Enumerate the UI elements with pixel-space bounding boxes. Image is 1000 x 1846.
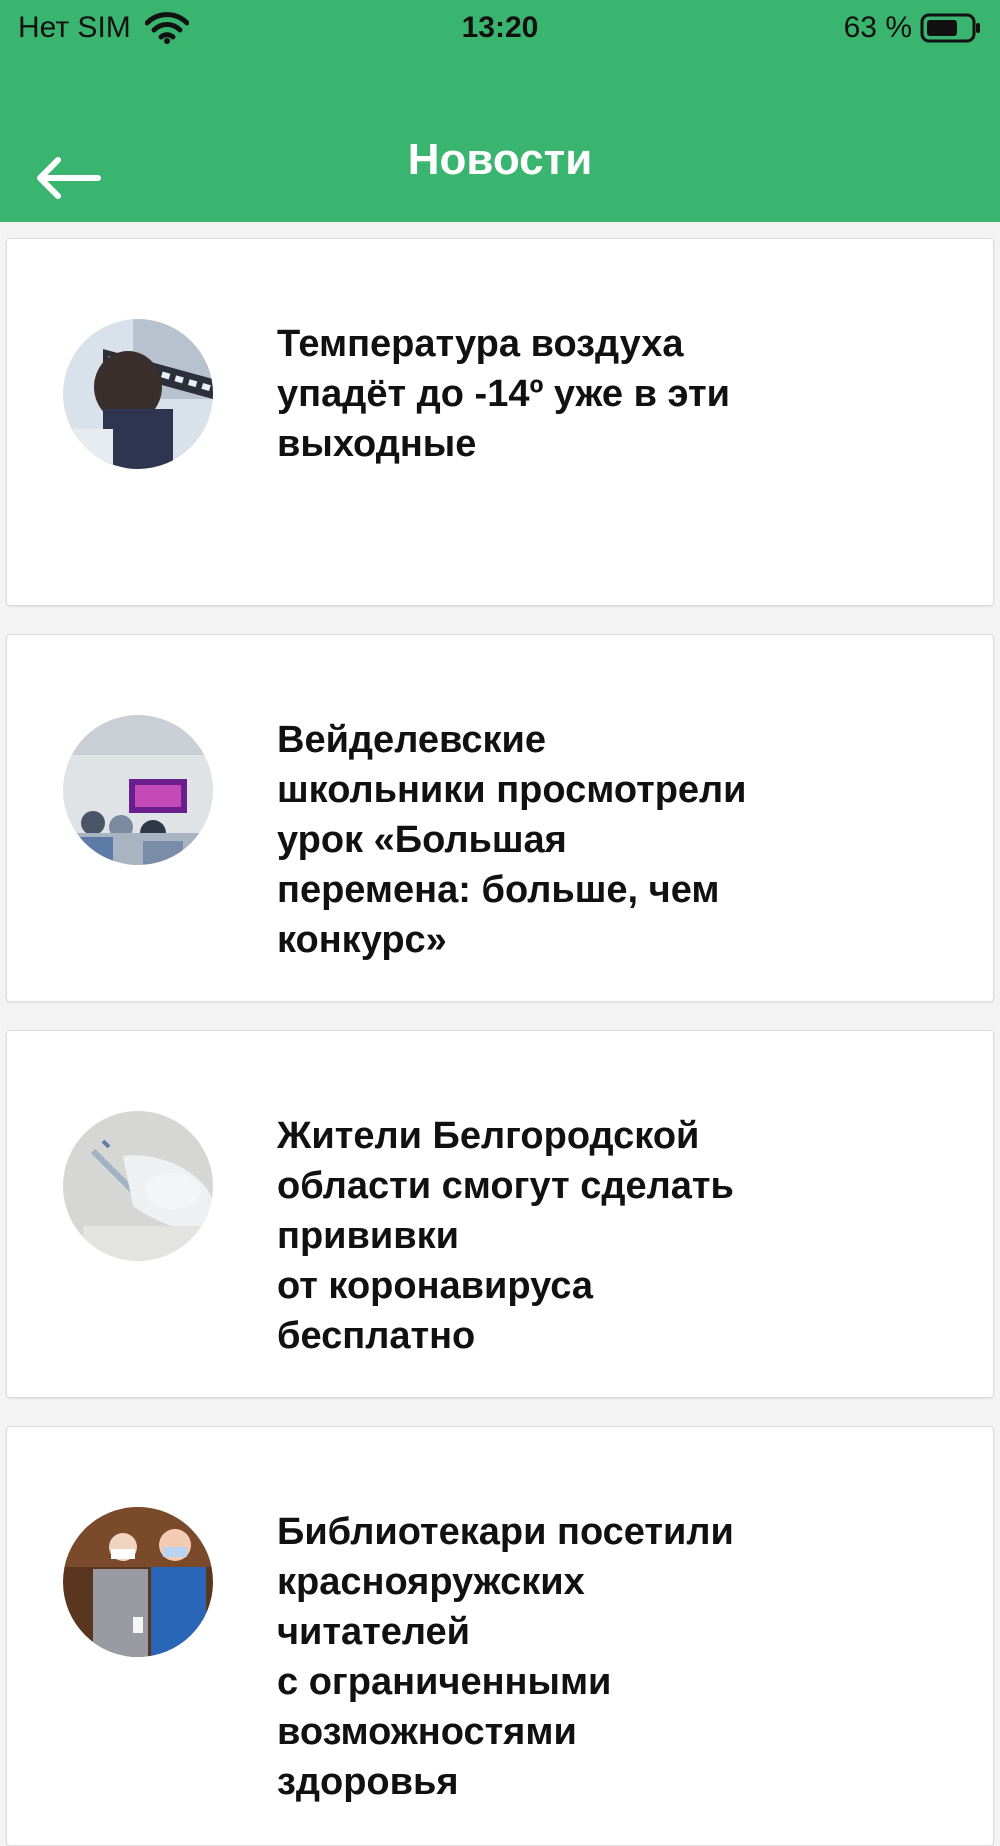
battery-icon xyxy=(920,13,980,43)
news-thumbnail xyxy=(63,715,213,865)
news-card[interactable]: Вейделевские школьники просмотрели урок … xyxy=(6,634,994,1002)
news-card[interactable]: Температура воздуха упадёт до -14º уже в… xyxy=(6,238,994,606)
app-header: Нет SIM 13:20 63 % Новости xyxy=(0,0,1000,222)
status-battery: 63 % xyxy=(844,8,982,48)
news-title: Библиотекари посетили краснояружских чит… xyxy=(277,1511,734,1803)
battery-label: 63 % xyxy=(843,11,912,44)
news-card[interactable]: Жители Белгородской области смогут сдела… xyxy=(6,1030,994,1398)
news-thumbnail xyxy=(63,319,213,469)
news-title: Вейделевские школьники просмотрели урок … xyxy=(277,719,747,961)
news-thumbnail xyxy=(63,1111,213,1261)
news-title: Температура воздуха упадёт до -14º уже в… xyxy=(277,323,730,465)
news-card[interactable]: Библиотекари посетили краснояружских чит… xyxy=(6,1426,994,1846)
news-title: Жители Белгородской области смогут сдела… xyxy=(277,1115,734,1357)
news-thumbnail xyxy=(63,1507,213,1657)
page-title: Новости xyxy=(407,135,593,184)
